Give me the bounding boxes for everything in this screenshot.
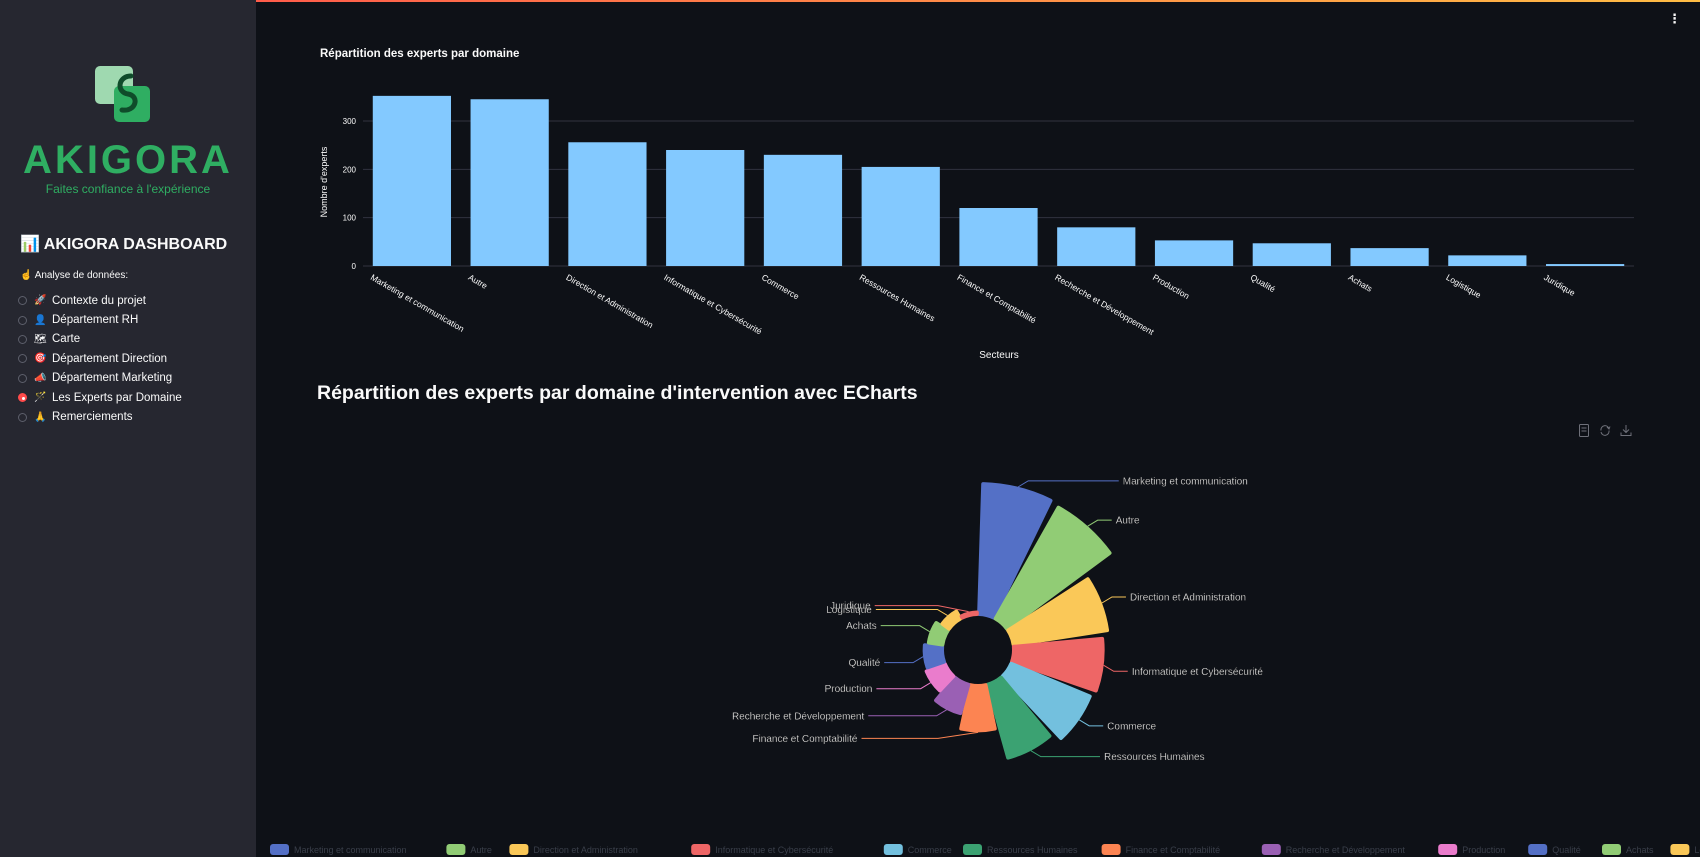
slice-label: Autre <box>1116 516 1140 527</box>
legend-swatch <box>691 844 711 855</box>
legend-item-production[interactable]: Production <box>1438 844 1505 855</box>
legend-swatch <box>1602 844 1621 855</box>
rose-slice-juridique[interactable] <box>959 610 979 620</box>
legend-swatch <box>1670 844 1690 855</box>
slice-label: Commerce <box>1107 721 1156 732</box>
legend-label: Autre <box>470 845 492 855</box>
label-leader-line <box>876 682 931 690</box>
slice-label: Qualité <box>849 658 881 669</box>
slice-label: Direction et Administration <box>1130 592 1246 603</box>
legend-item-ressources-humaines[interactable]: Ressources Humaines <box>963 844 1078 855</box>
legend-swatch <box>963 844 982 855</box>
legend-label: Finance et Comptabilité <box>1126 845 1221 855</box>
legend-item-achats[interactable]: Achats <box>1602 844 1654 855</box>
slice-label: Juridique <box>830 601 871 612</box>
legend-label: Recherche et Développement <box>1286 845 1406 855</box>
legend-label: Informatique et Cybersécurité <box>715 845 833 855</box>
legend-label: Qualité <box>1552 845 1581 855</box>
legend-label: Logistique <box>1694 845 1700 855</box>
legend-swatch <box>1261 844 1281 855</box>
legend-swatch <box>1101 844 1121 855</box>
slice-label: Finance et Comptabilité <box>752 734 857 745</box>
legend-item-autre[interactable]: Autre <box>446 844 492 855</box>
slice-label: Informatique et Cybersécurité <box>1132 667 1264 678</box>
legend-label: Production <box>1462 845 1505 855</box>
legend-item-marketing-et-communication[interactable]: Marketing et communication <box>270 844 407 855</box>
label-leader-line <box>1101 596 1126 604</box>
legend-item-logistique[interactable]: Logistique <box>1670 844 1700 855</box>
legend-label: Commerce <box>908 845 952 855</box>
slice-label: Marketing et communication <box>1123 476 1248 487</box>
label-leader-line <box>1017 480 1119 488</box>
slice-label: Recherche et Développement <box>732 711 865 722</box>
legend-item-recherche-et-developpement[interactable]: Recherche et Développement <box>1261 844 1406 855</box>
label-leader-line <box>1030 750 1101 758</box>
legend-swatch <box>509 844 529 855</box>
label-leader-line <box>884 656 924 664</box>
legend-swatch <box>1438 844 1458 855</box>
slice-label: Production <box>825 684 873 695</box>
label-leader-line <box>1103 664 1128 672</box>
label-leader-line <box>861 731 979 739</box>
label-leader-line <box>1078 719 1104 727</box>
label-leader-line <box>875 608 948 616</box>
legend-label: Marketing et communication <box>294 845 407 855</box>
legend-swatch <box>883 844 903 855</box>
slice-label: Ressources Humaines <box>1104 752 1205 763</box>
legend-swatch <box>446 844 466 855</box>
legend-item-qualite[interactable]: Qualité <box>1528 844 1581 855</box>
legend-item-direction-et-administration[interactable]: Direction et Administration <box>509 844 638 855</box>
label-leader-line <box>880 625 930 633</box>
legend-swatch <box>270 844 289 855</box>
label-leader-line <box>1087 519 1112 527</box>
legend-label: Achats <box>1626 845 1654 855</box>
slice-label: Achats <box>846 621 877 632</box>
legend-label: Ressources Humaines <box>987 845 1078 855</box>
rose-slice-qualite[interactable] <box>922 643 946 670</box>
legend-item-finance-et-comptabilite[interactable]: Finance et Comptabilité <box>1101 844 1221 855</box>
rose-pie-chart: Marketing et communication Autre Direction… <box>270 476 1700 855</box>
legend-label: Direction et Administration <box>533 845 638 855</box>
pie-legend: Marketing et communication Autre Direction… <box>270 844 1700 855</box>
legend-swatch <box>1528 844 1548 855</box>
label-leader-line <box>868 709 947 717</box>
legend-item-commerce[interactable]: Commerce <box>883 844 952 855</box>
legend-item-informatique-et-cybersecurite[interactable]: Informatique et Cybersécurité <box>691 844 833 855</box>
